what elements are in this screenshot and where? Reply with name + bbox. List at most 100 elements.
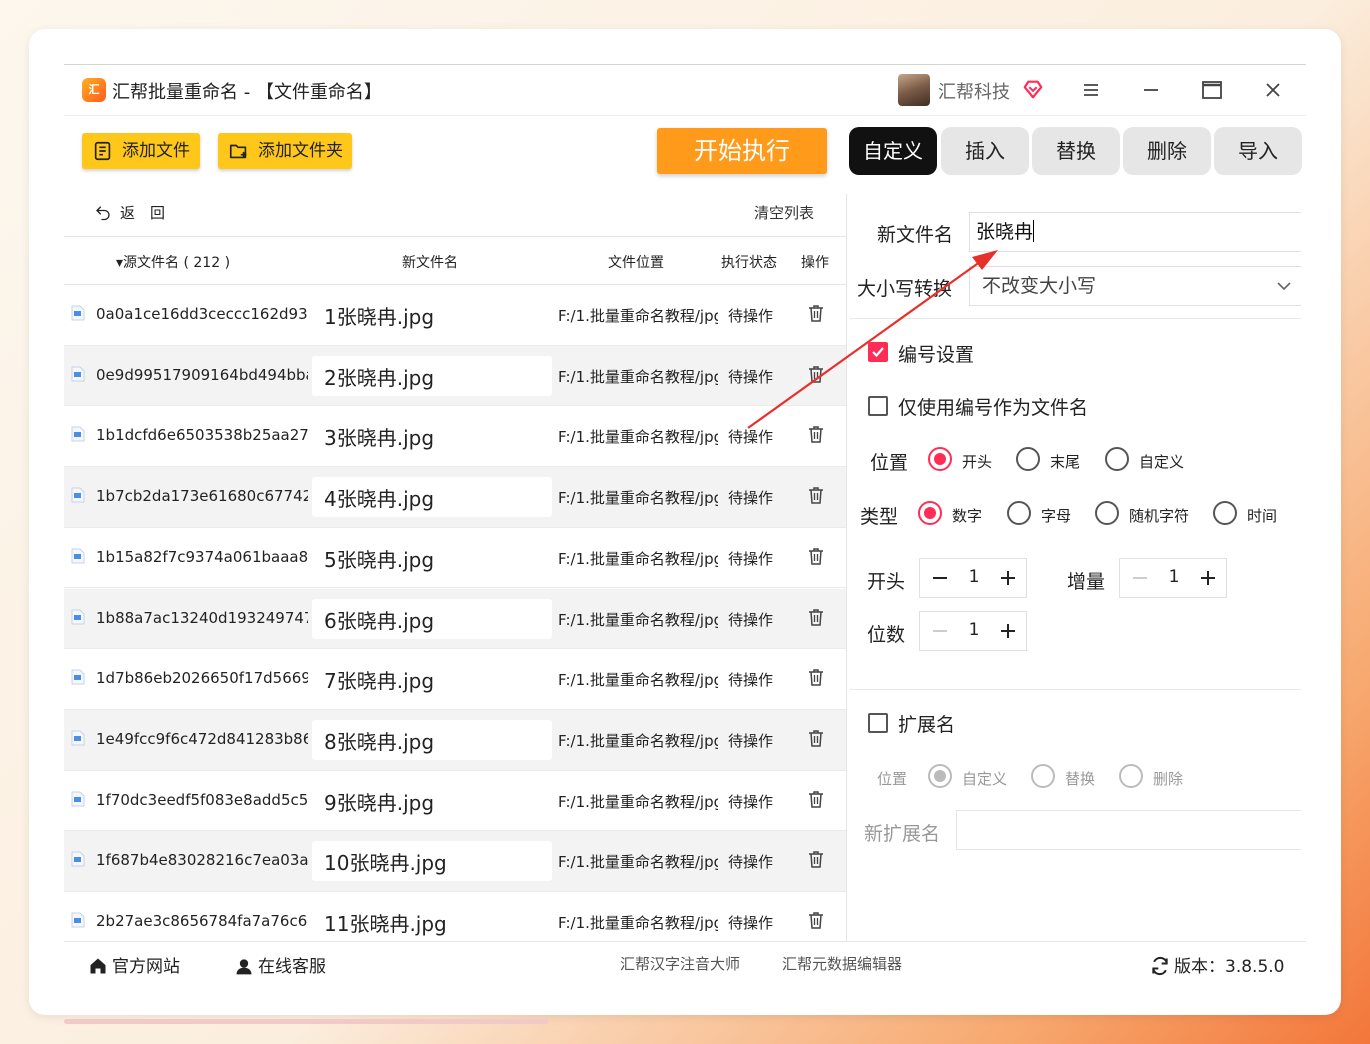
tab-insert[interactable]: 插入 — [941, 127, 1029, 175]
table-row[interactable]: 1f70dc3eedf5f083e8add5c528 9张晓冉.jpg F:/1.批… — [64, 771, 846, 832]
version-info[interactable]: 版本：3.8.5.0 — [1150, 952, 1284, 977]
header-action: 操作 — [801, 255, 829, 271]
pinyin-tool-link[interactable]: 汇帮汉字注音大师 — [620, 953, 740, 974]
tab-custom[interactable]: 自定义 — [849, 127, 937, 175]
start-button[interactable]: 开始执行 — [657, 128, 827, 174]
trash-icon[interactable] — [806, 910, 826, 930]
only-number-checkbox[interactable] — [868, 396, 888, 416]
minus-icon[interactable] — [930, 620, 950, 642]
company-name[interactable]: 汇帮科技 — [938, 78, 1010, 104]
position-radio-start[interactable] — [928, 447, 952, 471]
table-row[interactable]: 2b27ae3c8656784fa7a76c659f 11张晓冉.jpg F:/1.… — [64, 892, 846, 941]
minimize-icon[interactable] — [1139, 78, 1163, 102]
file-location: F:/1.批量重命名教程/jpg — [558, 671, 718, 690]
source-filename: 1d7b86eb2026650f17d56698c — [96, 669, 308, 688]
exec-status: 待操作 — [728, 307, 774, 325]
tab-delete[interactable]: 删除 — [1123, 127, 1211, 175]
menu-icon[interactable] — [1079, 78, 1103, 102]
document-list-icon — [94, 141, 111, 161]
exec-status: 待操作 — [728, 914, 774, 932]
digits-label: 位数 — [867, 624, 906, 646]
trash-icon[interactable] — [806, 424, 826, 444]
new-filename: 3张晓冉.jpg — [324, 426, 435, 451]
new-ext-input[interactable] — [956, 810, 1301, 850]
new-filename-input[interactable]: 张晓冉 — [969, 212, 1301, 252]
website-link[interactable]: 官方网站 — [88, 952, 180, 977]
digits-stepper[interactable]: 1 — [919, 611, 1027, 651]
exec-status: 待操作 — [728, 792, 774, 811]
trash-icon[interactable] — [806, 364, 826, 384]
file-location: F:/1.批量重命名教程/jpg — [558, 610, 718, 629]
increment-label: 增量 — [1067, 571, 1106, 593]
trash-icon[interactable] — [806, 849, 826, 869]
table-row[interactable]: 1b15a82f7c9374a061baaa857f 5张晓冉.jpg F:/1.批… — [64, 528, 846, 589]
trash-icon[interactable] — [806, 789, 826, 809]
type-radio-random[interactable] — [1095, 501, 1119, 525]
ext-radio-replace[interactable] — [1031, 764, 1055, 788]
plus-icon[interactable] — [998, 567, 1018, 589]
tab-import[interactable]: 导入 — [1214, 127, 1302, 175]
trash-icon[interactable] — [806, 667, 826, 687]
user-avatar[interactable] — [898, 74, 930, 106]
position-radio-end[interactable] — [1016, 447, 1040, 471]
table-row[interactable]: 1b1dcfd6e6503538b25aa27bd 3张晓冉.jpg F:/1.批量… — [64, 406, 846, 468]
support-link[interactable]: 在线客服 — [234, 952, 326, 977]
horizontal-scrollbar[interactable] — [64, 1019, 549, 1024]
table-row[interactable]: 1d7b86eb2026650f17d56698c 7张晓冉.jpg F:/1.批量… — [64, 649, 846, 710]
ext-radio-delete[interactable] — [1119, 764, 1143, 788]
new-filename: 2张晓冉.jpg — [324, 365, 435, 390]
numbering-label: 编号设置 — [898, 344, 975, 366]
file-location: F:/1.批量重命名教程/jpg — [558, 549, 718, 568]
image-file-icon — [71, 366, 85, 382]
header-source[interactable]: ▾源文件名 ( 212 ) — [116, 252, 230, 272]
type-radio-number[interactable] — [918, 501, 942, 525]
new-filename-label: 新文件名 — [877, 224, 954, 246]
type-radio-letter[interactable] — [1007, 501, 1031, 525]
app-logo-icon: 汇 — [82, 78, 106, 102]
type-label: 类型 — [860, 506, 899, 528]
image-file-icon — [71, 609, 85, 624]
source-filename: 0e9d99517909164bd494bbaa1 — [96, 365, 308, 384]
close-icon[interactable] — [1261, 78, 1285, 102]
trash-icon[interactable] — [806, 303, 826, 323]
add-file-button[interactable]: 添加文件 — [82, 133, 200, 169]
plus-icon[interactable] — [1198, 567, 1218, 589]
back-button[interactable]: 返 回 — [94, 202, 165, 223]
trash-icon[interactable] — [806, 485, 826, 505]
position-radio-custom[interactable] — [1105, 447, 1129, 471]
table-row[interactable]: 0e9d99517909164bd494bbaa1 2张晓冉.jpg F:/1.批量… — [64, 345, 846, 407]
trash-icon[interactable] — [806, 607, 826, 627]
case-select[interactable]: 不改变大小写 — [969, 266, 1301, 306]
minus-icon[interactable] — [1130, 567, 1150, 589]
metadata-editor-link[interactable]: 汇帮元数据编辑器 — [782, 953, 902, 974]
trash-icon[interactable] — [806, 728, 826, 748]
vip-heart-icon[interactable] — [1022, 78, 1044, 100]
maximize-icon[interactable] — [1200, 78, 1224, 102]
table-row[interactable]: 1b88a7ac13240d19324974795 6张晓冉.jpg F:/1.批量… — [64, 588, 846, 650]
extension-checkbox[interactable] — [868, 713, 888, 733]
add-folder-button[interactable]: 添加文件夹 — [218, 133, 352, 169]
new-filename: 7张晓冉.jpg — [324, 669, 435, 694]
type-radio-time[interactable] — [1213, 501, 1237, 525]
plus-icon[interactable] — [998, 620, 1018, 642]
tab-replace[interactable]: 替换 — [1032, 127, 1120, 175]
trash-icon[interactable] — [806, 546, 826, 566]
image-file-icon — [71, 487, 85, 503]
header-location: 文件位置 — [608, 255, 664, 271]
minus-icon[interactable] — [930, 567, 950, 589]
source-filename: 1b1dcfd6e6503538b25aa27bd — [96, 426, 308, 445]
new-filename: 5张晓冉.jpg — [324, 547, 435, 572]
start-number-stepper[interactable]: 1 — [919, 558, 1027, 598]
increment-stepper[interactable]: 1 — [1119, 558, 1227, 598]
ext-radio-custom[interactable] — [928, 764, 952, 788]
table-row[interactable]: 0a0a1ce16dd3ceccc162d93dea 1张晓冉.jpg F:/1.批… — [64, 285, 846, 346]
table-row[interactable]: 1e49fcc9f6c472d841283b86a8 8张晓冉.jpg F:/1.批… — [64, 709, 846, 771]
image-file-icon — [71, 305, 85, 321]
checkmark-icon — [872, 347, 884, 358]
table-row[interactable]: 1f687b4e83028216c7ea03ac3c 10张晓冉.jpg F:/1.… — [64, 831, 846, 892]
ext-position-label: 位置 — [877, 770, 908, 788]
numbering-checkbox[interactable] — [868, 342, 888, 362]
clear-list-button[interactable]: 清空列表 — [754, 202, 814, 223]
undo-arrow-icon — [96, 206, 110, 221]
table-row[interactable]: 1b7cb2da173e61680c677420e 4张晓冉.jpg F:/1.批量… — [64, 467, 846, 528]
